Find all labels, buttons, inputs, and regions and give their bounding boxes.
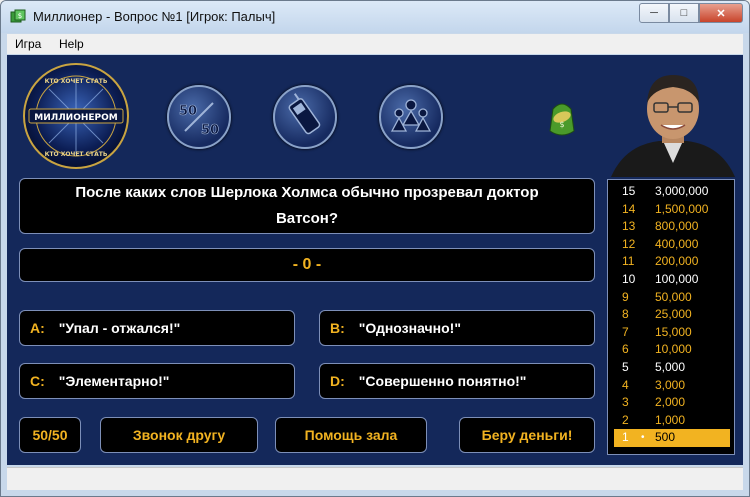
ladder-level: 13 [622, 219, 636, 234]
svg-text:50: 50 [201, 123, 219, 138]
ladder-amount: 1,500,000 [655, 201, 709, 216]
minimize-button[interactable]: ─ [639, 3, 669, 23]
ask-audience-button[interactable]: Помощь зала [275, 417, 427, 453]
question-box: После каких слов Шерлока Холмса обычно п… [19, 178, 595, 234]
ladder-amount: 100,000 [655, 272, 699, 286]
answer-text: "Элементарно!" [58, 373, 170, 389]
answer-letter: A: [30, 320, 45, 336]
logo-bottom-text: КТО ХОЧЕТ СТАТЬ [45, 151, 108, 158]
phone-friend-button[interactable]: Звонок другу [100, 417, 258, 453]
ladder-level: 4 [622, 377, 629, 392]
ladder-amount: 15,000 [655, 324, 692, 339]
ladder-level: 15 [622, 184, 636, 198]
answer-letter: C: [30, 373, 45, 389]
ladder-rung-13: 13 800,000 [614, 218, 730, 236]
ladder-rung-11: 11 200,000 [614, 253, 730, 271]
ladder-level: 12 [622, 236, 636, 251]
fifty-fifty-button[interactable]: 50/50 [19, 417, 81, 453]
app-icon: $ [10, 9, 26, 23]
ladder-amount: 2,000 [655, 395, 686, 410]
phone-icon [288, 93, 321, 135]
svg-text:$: $ [559, 120, 564, 129]
ladder-amount: 10,000 [655, 342, 692, 357]
ladder-amount: 3,000,000 [655, 184, 709, 198]
millionaire-logo: МИЛЛИОНЕРОМ КТО ХОЧЕТ СТАТЬ КТО ХОЧЕТ СТ… [23, 63, 129, 169]
ladder-amount: 400,000 [655, 236, 699, 251]
ladder-rung-15: 15 3,000,000 [614, 183, 730, 201]
money-bag-icon: $ [549, 103, 575, 136]
money-ladder: 15 3,000,000 14 1,500,000 13 800,000 12 400,000… [607, 179, 735, 455]
ladder-rung-7: 7 15,000 [614, 324, 730, 342]
ladder-rung-2: 2 1,000 [614, 412, 730, 430]
logo-main-text: МИЛЛИОНЕРОМ [34, 113, 118, 123]
answer-c[interactable]: C: "Элементарно!" [19, 363, 295, 399]
answer-letter: B: [330, 320, 345, 336]
answer-letter: D: [330, 373, 345, 389]
ladder-level: 8 [622, 307, 629, 322]
ladder-rung-12: 12 400,000 [614, 236, 730, 254]
ladder-level: 5 [622, 360, 629, 374]
ladder-level: 10 [622, 272, 636, 286]
ladder-rung-14: 14 1,500,000 [614, 201, 730, 219]
ladder-level: 2 [622, 412, 629, 427]
ladder-level: 7 [622, 324, 629, 339]
svg-text:50: 50 [179, 104, 197, 119]
answer-text: "Однозначно!" [358, 320, 461, 336]
answer-text: "Совершенно понятно!" [358, 373, 527, 389]
lifeline-audience-top[interactable] [379, 85, 443, 149]
ladder-amount: 800,000 [655, 219, 699, 234]
fifty-fifty-icon: 50 50 [179, 102, 219, 138]
ladder-rung-3: 3 2,000 [614, 394, 730, 412]
ladder-rung-5: 5 5,000 [614, 359, 730, 377]
question-text: После каких слов Шерлока Холмса обычно п… [75, 184, 539, 227]
ladder-rung-6: 6 10,000 [614, 341, 730, 359]
menu-bar: Игра Help [7, 34, 743, 54]
status-bar [7, 467, 743, 490]
answer-d[interactable]: D: "Совершенно понятно!" [319, 363, 595, 399]
ladder-level: 14 [622, 201, 636, 216]
lifeline-fifty-fifty-top[interactable]: 50 50 [167, 85, 231, 149]
maximize-icon: □ [680, 7, 688, 19]
menu-help[interactable]: Help [59, 37, 84, 51]
answer-b[interactable]: B: "Однозначно!" [319, 310, 595, 346]
audience-icon [390, 99, 432, 132]
ladder-amount: 1,000 [655, 412, 686, 427]
ladder-amount: 500 [655, 430, 676, 445]
ladder-level: 6 [622, 342, 629, 357]
ladder-amount: 50,000 [655, 289, 692, 304]
ladder-level: 11 [622, 254, 635, 269]
ladder-level: 3 [622, 395, 629, 410]
lifeline-phone-top[interactable] [273, 85, 337, 149]
ladder-level: 9 [622, 289, 629, 304]
ladder-amount: 3,000 [655, 377, 686, 392]
ladder-amount: 200,000 [655, 254, 699, 269]
menu-game[interactable]: Игра [15, 37, 41, 51]
ladder-rung-9: 9 50,000 [614, 289, 730, 307]
ladder-rung-1: 1 • 500 [614, 429, 730, 447]
answer-text: "Упал - отжался!" [58, 320, 181, 336]
minimize-icon: ─ [650, 7, 658, 19]
current-winnings: - 0 - [19, 248, 595, 282]
ladder-amount: 25,000 [655, 307, 692, 322]
maximize-button[interactable]: □ [669, 3, 699, 23]
close-icon: ✕ [716, 7, 726, 20]
window-title: Миллионер - Вопрос №1 [Игрок: Палыч] [33, 9, 276, 24]
take-money-button[interactable]: Беру деньги! [459, 417, 595, 453]
app-window: $ Миллионер - Вопрос №1 [Игрок: Палыч] ─… [0, 0, 750, 497]
host-portrait [605, 67, 741, 177]
close-button[interactable]: ✕ [699, 3, 743, 23]
current-level-marker: • [641, 432, 645, 444]
ladder-rung-8: 8 25,000 [614, 306, 730, 324]
title-bar[interactable]: $ Миллионер - Вопрос №1 [Игрок: Палыч] ─… [1, 1, 749, 33]
svg-text:$: $ [18, 12, 22, 20]
ladder-amount: 5,000 [655, 360, 686, 374]
logo-top-text: КТО ХОЧЕТ СТАТЬ [45, 78, 108, 85]
answer-a[interactable]: A: "Упал - отжался!" [19, 310, 295, 346]
ladder-rung-4: 4 3,000 [614, 377, 730, 395]
ladder-rung-10: 10 100,000 [614, 271, 730, 289]
game-area: МИЛЛИОНЕРОМ КТО ХОЧЕТ СТАТЬ КТО ХОЧЕТ СТ… [7, 55, 743, 465]
